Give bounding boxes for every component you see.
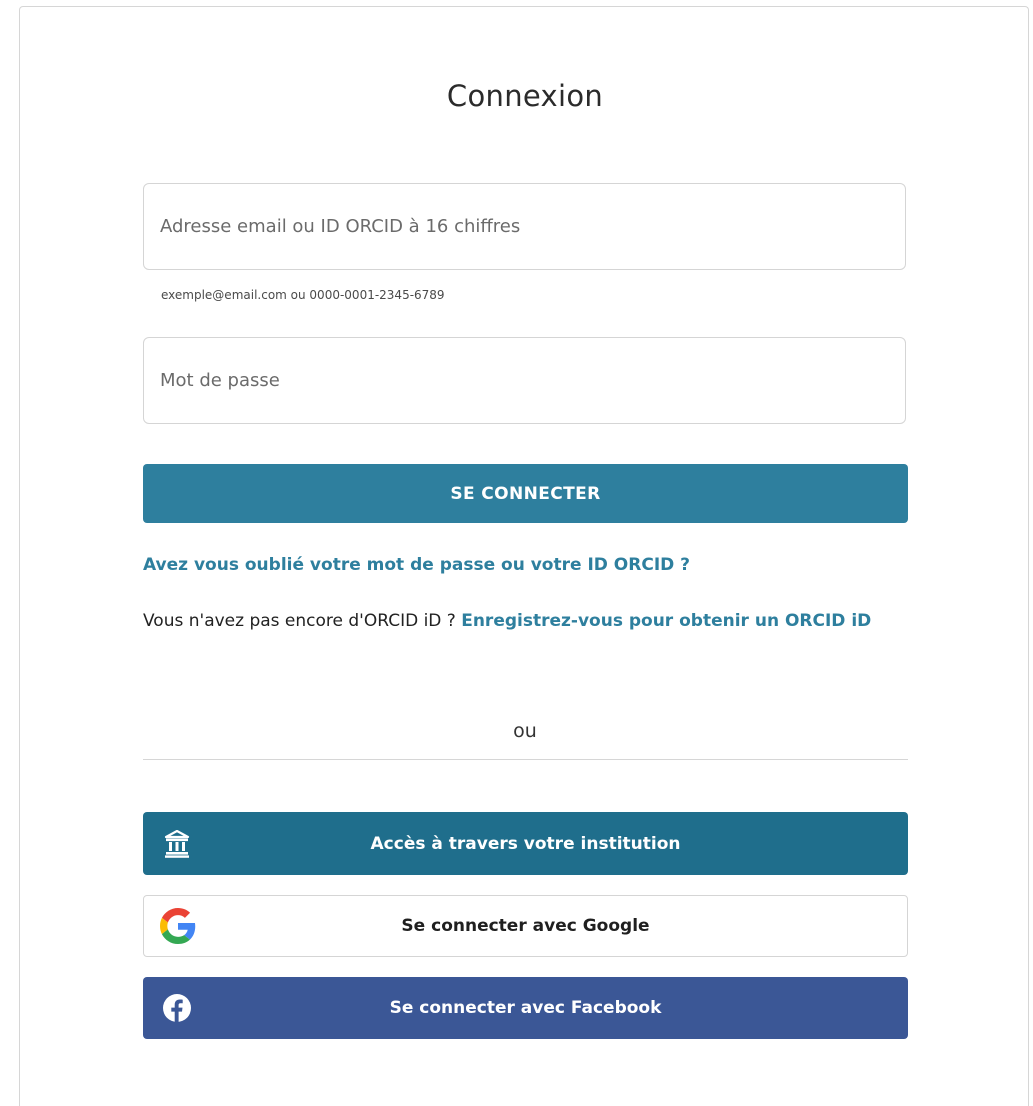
- facebook-logo-icon: [157, 988, 197, 1028]
- institution-signin-button[interactable]: Accès à travers votre institution: [143, 812, 908, 875]
- institution-signin-label: Accès à travers votre institution: [370, 833, 681, 854]
- divider: [143, 759, 908, 760]
- google-signin-label: Se connecter avec Google: [401, 916, 650, 936]
- register-prompt-text: Vous n'avez pas encore d'ORCID iD ?: [143, 611, 462, 631]
- register-prompt: Vous n'avez pas encore d'ORCID iD ? Enre…: [143, 607, 903, 635]
- google-logo-icon: [158, 906, 198, 946]
- facebook-signin-button[interactable]: Se connecter avec Facebook: [143, 977, 908, 1039]
- or-separator-label: ou: [513, 720, 537, 742]
- password-field[interactable]: [143, 337, 906, 424]
- forgot-password-link[interactable]: Avez vous oublié votre mot de passe ou v…: [143, 555, 690, 575]
- email-hint: exemple@email.com ou 0000-0001-2345-6789: [161, 288, 445, 302]
- signin-card: Connexion exemple@email.com ou 0000-0001…: [19, 6, 1029, 1106]
- facebook-signin-label: Se connecter avec Facebook: [389, 998, 662, 1018]
- google-signin-button[interactable]: Se connecter avec Google: [143, 895, 908, 957]
- signin-button[interactable]: SE CONNECTER: [143, 464, 908, 523]
- register-link[interactable]: Enregistrez-vous pour obtenir un ORCID i…: [461, 611, 871, 631]
- email-field[interactable]: [143, 183, 906, 270]
- page-title: Connexion: [446, 79, 604, 113]
- institution-icon: [157, 824, 197, 864]
